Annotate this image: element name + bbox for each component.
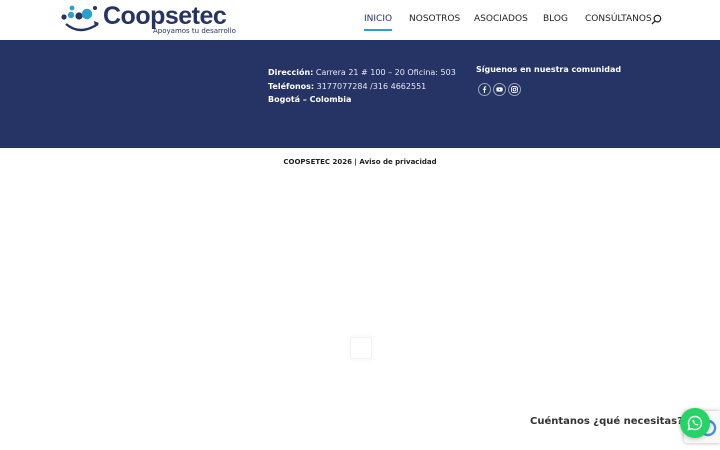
nav-item-asociados[interactable]: ASOCIADOS — [474, 13, 528, 26]
site-logo[interactable]: Coopsetec Apoyamos tu desarrollo — [60, 2, 242, 36]
youtube-link[interactable] — [493, 83, 506, 96]
copyright-brand: COOPSETEC 2026 — [283, 158, 352, 166]
whatsapp-button[interactable] — [680, 408, 710, 438]
social-title: Síguenos en nuestra comunidad — [476, 65, 622, 74]
nav-item-consultanos[interactable]: CONSÚLTANOS — [585, 13, 652, 26]
site-footer: Dirección: Carrera 21 # 100 – 20 Oficina… — [0, 40, 720, 148]
instagram-icon — [511, 86, 518, 93]
site-header: Coopsetec Apoyamos tu desarrollo INICIO … — [0, 0, 720, 40]
youtube-icon — [496, 87, 503, 92]
telefonos-label: Teléfonos: — [268, 81, 315, 91]
nav-item-blog[interactable]: BLOG — [543, 13, 568, 26]
instagram-link[interactable] — [508, 83, 521, 96]
logo-tagline: Apoyamos tu desarrollo — [153, 27, 236, 35]
direccion-value: Carrera 21 # 100 – 20 Oficina: 503 — [315, 68, 456, 77]
logo-name: Coopsetec — [103, 2, 227, 30]
footer-contact: Dirección: Carrera 21 # 100 – 20 Oficina… — [268, 66, 468, 107]
privacy-link[interactable]: Aviso de privacidad — [359, 158, 436, 166]
footer-city-line: Bogotá – Colombia — [268, 93, 468, 107]
facebook-link[interactable] — [478, 83, 491, 96]
search-icon[interactable] — [651, 14, 662, 25]
nav-active-underline — [364, 29, 392, 31]
chat-prompt-label[interactable]: Cuéntanos ¿qué necesitas? — [530, 416, 683, 427]
logo-dots-icon — [61, 5, 99, 32]
nav-item-nosotros[interactable]: NOSOTROS — [409, 13, 460, 26]
nav-item-inicio[interactable]: INICIO — [364, 13, 392, 26]
city: Bogotá – Colombia — [268, 95, 352, 104]
whatsapp-icon — [687, 415, 703, 431]
telefonos-value: 3177077284 /316 4662551 — [316, 81, 427, 91]
footer-phone-line: Teléfonos: 3177077284 /316 4662551 — [268, 80, 468, 94]
direccion-label: Dirección: — [268, 68, 314, 77]
facebook-icon — [482, 86, 487, 93]
page-loader — [350, 337, 372, 359]
copyright-bar: COOPSETEC 2026 | Aviso de privacidad — [0, 158, 720, 166]
footer-address-line: Dirección: Carrera 21 # 100 – 20 Oficina… — [268, 66, 468, 80]
